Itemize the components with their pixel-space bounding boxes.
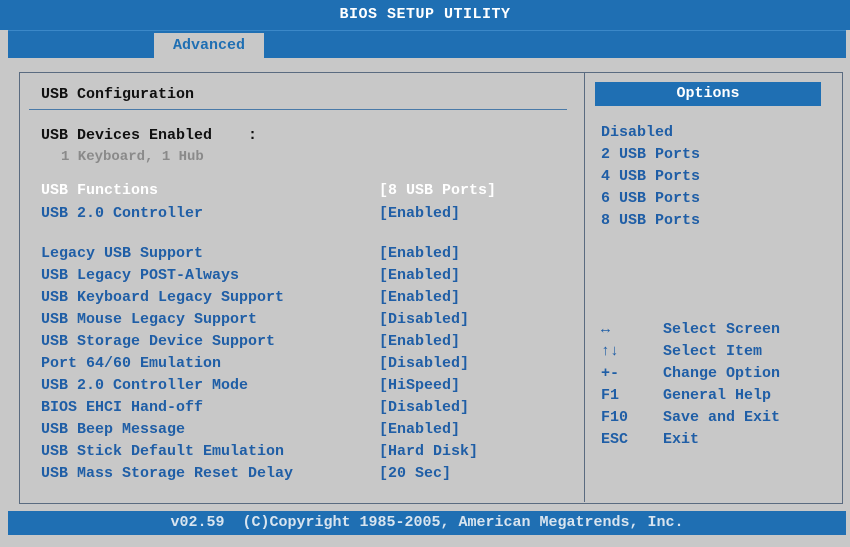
setting-value[interactable]: [Enabled] — [379, 243, 460, 264]
setting-name: USB Storage Device Support — [41, 333, 276, 350]
title-bar: BIOS SETUP UTILITY — [0, 0, 850, 30]
setting-usb-beep-message[interactable]: USB Beep Message [Enabled] — [41, 419, 571, 440]
setting-name: USB Mouse Legacy Support — [41, 311, 258, 328]
option-4-usb-ports[interactable]: 4 USB Ports — [601, 166, 700, 187]
hint-key: F10 — [601, 409, 629, 426]
hint-description: Select Screen — [663, 321, 781, 338]
hint-key: +- — [601, 365, 620, 382]
tab-advanced[interactable]: Advanced — [154, 33, 264, 59]
setting-usb-functions[interactable]: USB Functions [8 USB Ports] — [41, 180, 571, 201]
setting-value[interactable]: [Disabled] — [379, 397, 469, 418]
setting-usb-keyboard-legacy[interactable]: USB Keyboard Legacy Support [Enabled] — [41, 287, 571, 308]
hint-general-help: F1 General Help — [601, 385, 831, 407]
setting-value[interactable]: [Enabled] — [379, 265, 460, 286]
usb-devices-value: 1 Keyboard, 1 Hub — [61, 149, 204, 165]
hint-description: Select Item — [663, 343, 763, 360]
copyright-footer: v02.59 (C)Copyright 1985-2005, American … — [8, 511, 846, 535]
setting-value[interactable]: [20 Sec] — [379, 463, 451, 484]
settings-panel: USB Configuration USB Devices Enabled : … — [19, 72, 585, 502]
setting-port-64-60-emulation[interactable]: Port 64/60 Emulation [Disabled] — [41, 353, 571, 374]
setting-bios-ehci-handoff[interactable]: BIOS EHCI Hand-off [Disabled] — [41, 397, 571, 418]
setting-value[interactable]: [Enabled] — [379, 419, 460, 440]
hint-select-item: ↑↓ Select Item — [601, 341, 831, 363]
setting-name: USB Keyboard Legacy Support — [41, 289, 285, 306]
hint-save-and-exit: F10 Save and Exit — [601, 407, 831, 429]
hint-change-option: +- Change Option — [601, 363, 831, 385]
left-right-arrows-icon: ↔ — [601, 321, 611, 338]
app-title: BIOS SETUP UTILITY — [339, 6, 511, 23]
hint-description: Change Option — [663, 365, 781, 382]
setting-name: Port 64/60 Emulation — [41, 355, 222, 372]
setting-usb-2-controller-mode[interactable]: USB 2.0 Controller Mode [HiSpeed] — [41, 375, 571, 396]
hint-key: F1 — [601, 387, 620, 404]
option-6-usb-ports[interactable]: 6 USB Ports — [601, 188, 700, 209]
setting-name: USB Beep Message — [41, 421, 186, 438]
setting-name: USB Functions — [41, 182, 159, 199]
setting-value[interactable]: [Disabled] — [379, 309, 469, 330]
setting-name: USB 2.0 Controller — [41, 205, 204, 222]
options-header: Options — [595, 82, 821, 106]
hint-description: Exit — [663, 431, 700, 448]
setting-value[interactable]: [8 USB Ports] — [379, 180, 496, 201]
setting-name: USB 2.0 Controller Mode — [41, 377, 249, 394]
setting-value[interactable]: [Enabled] — [379, 331, 460, 352]
setting-usb-legacy-post-always[interactable]: USB Legacy POST-Always [Enabled] — [41, 265, 571, 286]
setting-usb-stick-default-emulation[interactable]: USB Stick Default Emulation [Hard Disk] — [41, 441, 571, 462]
setting-value[interactable]: [Hard Disk] — [379, 441, 478, 462]
option-2-usb-ports[interactable]: 2 USB Ports — [601, 144, 700, 165]
setting-legacy-usb-support[interactable]: Legacy USB Support [Enabled] — [41, 243, 571, 264]
up-down-arrows-icon: ↑↓ — [601, 343, 620, 360]
hint-exit: ESC Exit — [601, 429, 831, 451]
setting-name: BIOS EHCI Hand-off — [41, 399, 204, 416]
setting-value[interactable]: [Enabled] — [379, 203, 460, 224]
setting-usb-2-controller[interactable]: USB 2.0 Controller [Enabled] — [41, 203, 571, 224]
hint-description: General Help — [663, 387, 772, 404]
setting-value[interactable]: [HiSpeed] — [379, 375, 460, 396]
hint-key: ESC — [601, 431, 629, 448]
setting-name: USB Mass Storage Reset Delay — [41, 465, 294, 482]
setting-name: USB Legacy POST-Always — [41, 267, 240, 284]
option-8-usb-ports[interactable]: 8 USB Ports — [601, 210, 700, 231]
tab-strip: Advanced — [8, 30, 846, 59]
setting-name: Legacy USB Support — [41, 245, 204, 262]
section-title: USB Configuration — [41, 86, 195, 103]
option-disabled[interactable]: Disabled — [601, 122, 673, 143]
options-panel: Options Disabled 2 USB Ports 4 USB Ports… — [585, 72, 841, 502]
section-divider — [29, 109, 567, 110]
setting-usb-mass-storage-reset-delay[interactable]: USB Mass Storage Reset Delay [20 Sec] — [41, 463, 571, 484]
setting-usb-mouse-legacy[interactable]: USB Mouse Legacy Support [Disabled] — [41, 309, 571, 330]
hint-select-screen: ↔ Select Screen — [601, 319, 831, 341]
setting-name: USB Stick Default Emulation — [41, 443, 285, 460]
setting-usb-storage-device-support[interactable]: USB Storage Device Support [Enabled] — [41, 331, 571, 352]
usb-devices-label: USB Devices Enabled : — [41, 127, 258, 144]
setting-value[interactable]: [Enabled] — [379, 287, 460, 308]
setting-value[interactable]: [Disabled] — [379, 353, 469, 374]
hint-description: Save and Exit — [663, 409, 781, 426]
